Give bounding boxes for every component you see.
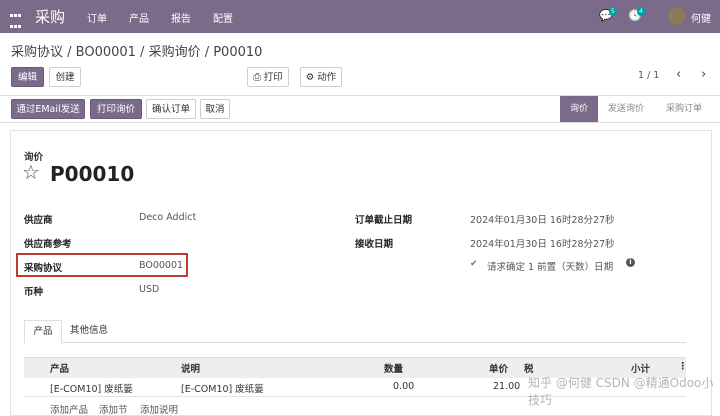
col-description[interactable]: 说明 bbox=[181, 361, 200, 375]
receipt-date-value: 2024年01月30日 16时28分27秒 bbox=[470, 239, 615, 250]
cell-quantity: 0.00 bbox=[393, 381, 415, 392]
cell-product: [E-COM10] 废纸篓 bbox=[50, 384, 133, 395]
user-name[interactable]: 何健 bbox=[691, 10, 711, 25]
action-dropdown[interactable]: ⚙ 动作 bbox=[300, 67, 342, 87]
stage-purchase-order: 采购订单 bbox=[665, 104, 702, 114]
status-bar: 通过EMail发送 打印询价 确认订单 取消 询价 发送询价 采购订单 bbox=[0, 95, 720, 123]
checkbox-icon[interactable]: ✔ bbox=[470, 259, 478, 269]
column-options-icon[interactable]: ⋮ bbox=[678, 361, 688, 372]
vendor-ref-label: 供应商参考 bbox=[24, 239, 72, 250]
confirm-date-text: 请求确定 1 前置（天数）日期 bbox=[487, 262, 614, 273]
agreement-highlight-box bbox=[16, 253, 188, 277]
vendor-value[interactable]: Deco Addict bbox=[139, 212, 196, 223]
col-tax[interactable]: 税 bbox=[524, 361, 534, 375]
stage-rfq-sent: 发送询价 bbox=[607, 104, 644, 114]
app-name[interactable]: 采购 bbox=[35, 6, 65, 27]
cell-description: [E-COM10] 废纸篓 bbox=[181, 384, 264, 395]
chevron-left-icon[interactable]: ‹ bbox=[676, 67, 681, 82]
stage-rfq: 询价 bbox=[560, 96, 598, 122]
apps-menu-icon[interactable] bbox=[10, 10, 22, 43]
info-icon[interactable]: i bbox=[626, 258, 635, 267]
currency-label: 币种 bbox=[24, 287, 44, 298]
watermark: 知乎 @何健 CSDN @精通Odoo小技巧 bbox=[528, 376, 714, 407]
send-email-button[interactable]: 通过EMail发送 bbox=[11, 99, 85, 119]
create-button[interactable]: 创建 bbox=[49, 67, 81, 87]
pager-value[interactable]: 1 / 1 bbox=[638, 70, 659, 81]
receipt-date-label: 接收日期 bbox=[355, 239, 394, 250]
activity-badge: 4 bbox=[637, 7, 645, 16]
cancel-button[interactable]: 取消 bbox=[200, 99, 230, 119]
menu-item-products[interactable]: 产品 bbox=[129, 10, 149, 25]
star-icon[interactable]: ☆ bbox=[22, 160, 40, 184]
print-rfq-button[interactable]: 打印询价 bbox=[90, 99, 142, 119]
cell-unit-price: 21.00 bbox=[493, 381, 521, 392]
col-product[interactable]: 产品 bbox=[50, 361, 69, 375]
top-navbar: 采购 订单 产品 报告 配置 💬 5 🕓 4 何健 bbox=[0, 0, 720, 39]
menu-item-orders[interactable]: 订单 bbox=[87, 10, 107, 25]
avatar[interactable] bbox=[668, 7, 686, 25]
chevron-right-icon[interactable]: › bbox=[701, 67, 706, 82]
breadcrumb[interactable]: 采购协议 / BO00001 / 采购询价 / P00010 bbox=[11, 41, 262, 60]
vendor-label: 供应商 bbox=[24, 215, 53, 226]
tab-products[interactable]: 产品 bbox=[24, 320, 62, 344]
order-deadline-value: 2024年01月30日 16时28分27秒 bbox=[470, 215, 615, 226]
menu-item-config[interactable]: 配置 bbox=[213, 10, 233, 25]
edit-button[interactable]: 编辑 bbox=[11, 67, 44, 87]
order-deadline-label: 订单截止日期 bbox=[355, 215, 413, 226]
print-dropdown[interactable]: ⎙ 打印 bbox=[247, 67, 289, 87]
confirm-order-button[interactable]: 确认订单 bbox=[146, 99, 196, 119]
page-title: P00010 bbox=[50, 162, 135, 186]
tab-other-info[interactable]: 其他信息 bbox=[62, 320, 116, 342]
notebook-tabs: 产品 其他信息 bbox=[24, 320, 686, 344]
col-subtotal[interactable]: 小计 bbox=[631, 361, 650, 375]
currency-value[interactable]: USD bbox=[139, 284, 159, 295]
menu-item-reports[interactable]: 报告 bbox=[171, 10, 191, 25]
messages-badge: 5 bbox=[609, 7, 617, 16]
col-unit-price[interactable]: 单价 bbox=[489, 361, 508, 375]
col-quantity[interactable]: 数量 bbox=[384, 361, 403, 375]
